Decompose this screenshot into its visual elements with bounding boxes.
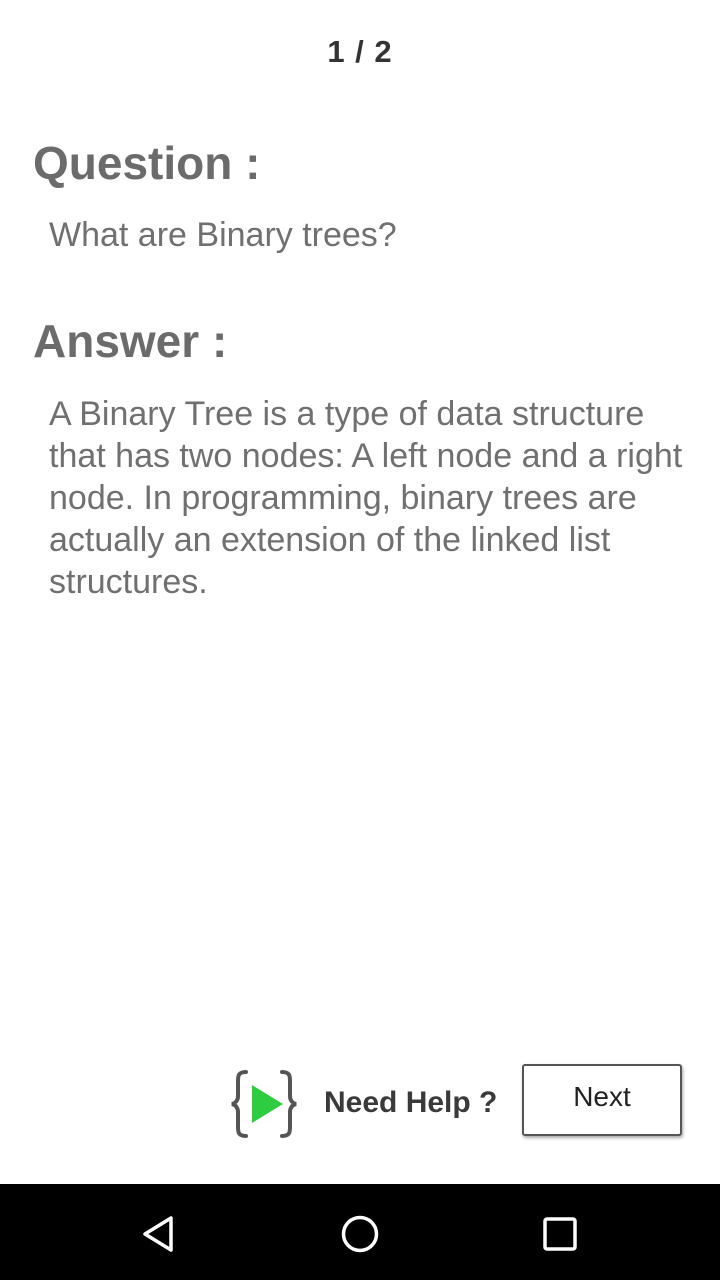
- question-heading: Question :: [33, 137, 261, 189]
- need-help-link[interactable]: Need Help ?: [324, 1086, 497, 1120]
- recents-square-icon[interactable]: [528, 1202, 592, 1266]
- next-button-label: Next: [573, 1081, 631, 1112]
- question-text: What are Binary trees?: [49, 216, 397, 254]
- next-button[interactable]: Next: [522, 1064, 682, 1136]
- back-triangle-icon[interactable]: [128, 1202, 192, 1266]
- home-circle-icon[interactable]: [328, 1202, 392, 1266]
- system-navigation-bar: [0, 1184, 720, 1280]
- answer-heading: Answer :: [33, 315, 228, 367]
- flashcard-screen: 1 / 2 Question : What are Binary trees? …: [0, 0, 720, 1280]
- code-braces-play-icon[interactable]: [228, 1068, 300, 1140]
- answer-text: A Binary Tree is a type of data structur…: [49, 395, 683, 601]
- question-counter: 1 / 2: [327, 34, 393, 69]
